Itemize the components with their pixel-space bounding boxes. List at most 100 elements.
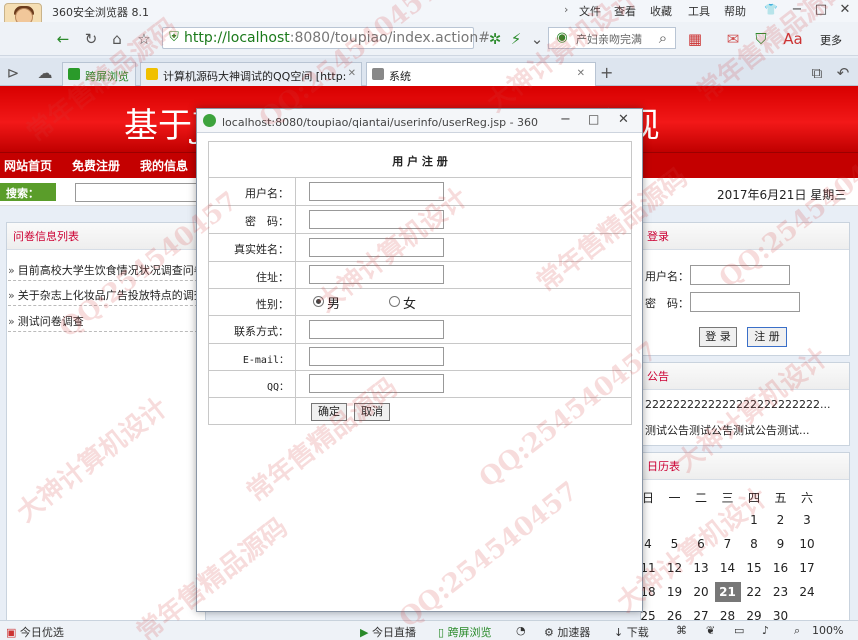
nav-my-info[interactable]: 我的信息 <box>140 157 188 174</box>
email-input[interactable] <box>309 347 444 366</box>
star-icon[interactable]: ☆ <box>133 28 155 50</box>
login-button[interactable]: 登 录 <box>699 327 737 347</box>
gender-label: 性别： <box>256 298 289 311</box>
tab-qq-space[interactable]: 计算机源码大神调试的QQ空间 [http: ✕ <box>140 62 362 86</box>
home-icon[interactable]: ⌂ <box>106 28 128 50</box>
calendar-day[interactable]: 6 <box>688 537 714 551</box>
status-cross-screen[interactable]: ▯ 跨屏浏览 <box>438 624 492 640</box>
restore-tabs-icon[interactable]: ⧉ <box>806 62 828 84</box>
survey-item[interactable]: 目前高校大学生饮食情况状况调查问卷 <box>8 262 205 278</box>
calendar-day[interactable]: 2 <box>768 513 794 527</box>
survey-item[interactable]: 关于杂志上化妆品广告投放特点的调查 <box>8 287 205 303</box>
address-input[interactable] <box>309 265 444 284</box>
status-volume-icon[interactable]: ♪ <box>762 624 769 637</box>
calendar-day[interactable]: 24 <box>794 585 820 599</box>
status-live[interactable]: ▶ 今日直播 <box>360 624 416 640</box>
translate-icon[interactable]: Aa <box>782 28 804 50</box>
maximize-button[interactable]: □ <box>810 1 832 19</box>
site-search-input[interactable] <box>75 183 197 202</box>
minimize-button[interactable]: − <box>786 1 808 19</box>
search-engine-icon[interactable]: ◉ <box>551 27 573 49</box>
new-tab-button[interactable]: + <box>600 63 613 82</box>
status-accelerator[interactable]: ⚙ 加速器 <box>544 624 590 640</box>
tab-system[interactable]: 系统 ✕ <box>366 62 596 86</box>
calendar-day[interactable]: 9 <box>768 537 794 551</box>
sync-icon[interactable]: ✲ <box>484 28 506 50</box>
sidebar-toggle-icon[interactable]: ⊳ <box>2 62 24 84</box>
password-input[interactable] <box>309 210 444 229</box>
qq-input[interactable] <box>309 374 444 393</box>
nav-register[interactable]: 免费注册 <box>72 157 120 174</box>
undo-icon[interactable]: ↶ <box>832 62 854 84</box>
refresh-icon[interactable]: ↻ <box>80 28 102 50</box>
calendar-day[interactable]: 23 <box>768 585 794 599</box>
survey-item[interactable]: 测试问卷调查 <box>8 313 84 329</box>
menu-help[interactable]: 帮助 <box>724 3 746 19</box>
status-zoom[interactable]: 100% <box>812 624 843 637</box>
username-input[interactable] <box>309 182 444 201</box>
gender-female-radio[interactable] <box>389 296 400 307</box>
tab-close-icon[interactable]: ✕ <box>347 68 356 79</box>
form-row-address: 住址： <box>209 262 631 289</box>
status-daily-picks[interactable]: ▣ 今日优选 <box>6 624 64 640</box>
cloud-icon[interactable]: ☁ <box>34 62 56 84</box>
close-window-button[interactable]: ✕ <box>834 1 856 19</box>
calendar-day[interactable]: 21 <box>714 582 741 602</box>
login-username-input[interactable] <box>690 265 790 285</box>
realname-input[interactable] <box>309 238 444 257</box>
calendar-weekday: 四 <box>747 491 760 505</box>
calendar-day[interactable]: 8 <box>741 537 767 551</box>
gender-male-radio[interactable] <box>313 296 324 307</box>
calendar-day[interactable]: 16 <box>768 561 794 575</box>
status-history-icon[interactable]: ◔ <box>516 624 526 637</box>
lightning-icon[interactable]: ⚡ <box>505 28 527 50</box>
browser-title: 360安全浏览器 8.1 <box>52 6 149 19</box>
mail-icon[interactable]: ✉ <box>722 28 744 50</box>
calendar-day[interactable]: 17 <box>794 561 820 575</box>
status-extension-icon[interactable]: ⌘ <box>676 624 687 637</box>
calendar-day[interactable]: 14 <box>715 561 741 575</box>
menu-file[interactable]: 文件 <box>579 3 601 19</box>
nav-home[interactable]: 网站首页 <box>4 157 52 174</box>
register-button[interactable]: 注 册 <box>747 327 787 347</box>
search-icon[interactable]: ⌕ <box>652 27 674 49</box>
calendar-day[interactable]: 5 <box>662 537 688 551</box>
status-zoom-icon[interactable]: ⌕ <box>794 624 800 638</box>
status-download[interactable]: ↓ 下载 <box>614 624 649 640</box>
chevron-down-icon[interactable]: ⌄ <box>526 28 548 50</box>
contact-input[interactable] <box>309 320 444 339</box>
status-window-icon[interactable]: ▭ <box>734 624 744 637</box>
menu-favorites[interactable]: 收藏 <box>650 3 672 19</box>
calendar-day[interactable]: 19 <box>662 585 688 599</box>
calendar-day[interactable]: 22 <box>741 585 767 599</box>
notice-item[interactable]: 测试公告测试公告测试公告测试... <box>645 422 845 438</box>
calendar-day[interactable]: 1 <box>741 513 767 527</box>
status-leaf-icon[interactable]: ❦ <box>706 624 715 637</box>
calendar-day[interactable]: 20 <box>688 585 714 599</box>
menu-tools[interactable]: 工具 <box>688 3 710 19</box>
tab-cross-screen[interactable]: 跨屏浏览 <box>62 62 136 86</box>
calendar-day[interactable]: 3 <box>794 513 820 527</box>
apps-grid-icon[interactable]: ▦ <box>684 28 706 50</box>
login-password-input[interactable] <box>690 292 800 312</box>
tab-close-icon[interactable]: ✕ <box>577 68 585 79</box>
search-input[interactable]: 产妇亲吻完满 <box>576 31 656 47</box>
submit-button[interactable]: 确定 <box>311 403 347 421</box>
security-icon[interactable]: ⛉ <box>750 28 772 50</box>
calendar-day[interactable]: 10 <box>794 537 820 551</box>
notice-item[interactable]: 2222222222222222222222222... <box>645 398 845 411</box>
more-button[interactable]: 更多 <box>820 32 842 48</box>
calendar-day[interactable]: 13 <box>688 561 714 575</box>
calendar-day[interactable]: 7 <box>715 537 741 551</box>
popup-close-button[interactable]: ✕ <box>618 112 629 127</box>
popup-url: localhost:8080/toupiao/qiantai/userinfo/… <box>222 116 538 129</box>
url-text[interactable]: http://localhost:8080/toupiao/index.acti… <box>184 30 490 46</box>
calendar-day[interactable]: 15 <box>741 561 767 575</box>
popup-minimize-button[interactable]: − <box>560 112 571 127</box>
menu-view[interactable]: 查看 <box>614 3 636 19</box>
back-icon[interactable]: ← <box>52 28 74 50</box>
calendar-day[interactable]: 12 <box>662 561 688 575</box>
skin-icon[interactable]: 👕 <box>760 1 782 19</box>
cancel-button[interactable]: 取消 <box>354 403 390 421</box>
popup-maximize-button[interactable]: □ <box>588 112 599 126</box>
